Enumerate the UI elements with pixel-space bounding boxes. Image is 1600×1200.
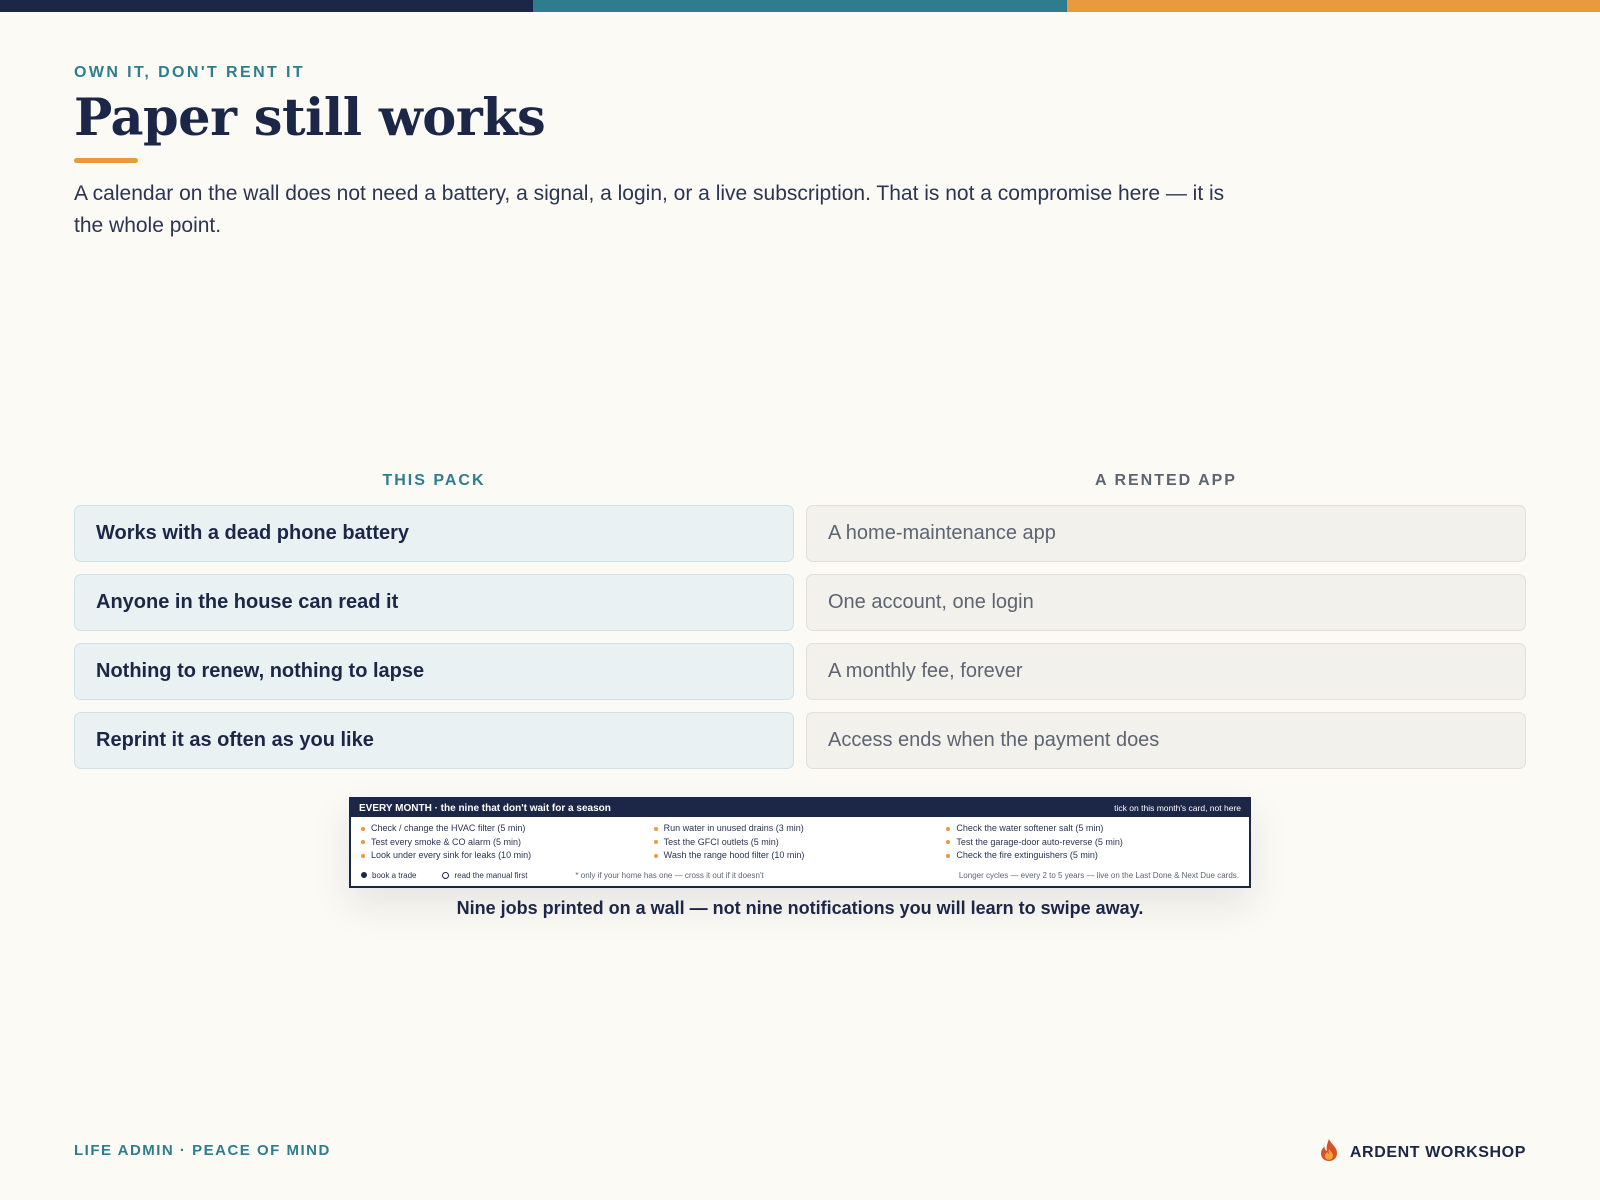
card-task: Check / change the HVAC filter (5 min) — [361, 822, 654, 836]
card-task-label: Check the water softener salt (5 min) — [956, 823, 1104, 833]
card-task: Check the fire extinguishers (5 min) — [946, 849, 1239, 863]
card-task-label: Test the GFCI outlets (5 min) — [663, 836, 779, 847]
card-header: EVERY MONTH · the nine that don't wait f… — [351, 799, 1249, 817]
title-underline — [74, 158, 138, 163]
card-task: Wash the range hood filter (10 min) — [653, 849, 947, 863]
card-footer: book a trade read the manual first * onl… — [351, 871, 1249, 880]
card-task-label: Look under every sink for leaks (10 min) — [371, 850, 532, 860]
app-row: Access ends when the payment does — [806, 712, 1526, 769]
flame-icon — [1318, 1138, 1340, 1167]
card-longer-cycles: Longer cycles — every 2 to 5 years — liv… — [958, 870, 1239, 880]
card-title: EVERY MONTH · the nine that don't wait f… — [359, 802, 611, 814]
pack-row: Nothing to renew, nothing to lapse — [74, 643, 794, 700]
card-task-label: Run water in unused drains (3 min) — [663, 823, 804, 833]
pack-row: Works with a dead phone battery — [74, 505, 794, 562]
card-column: Check / change the HVAC filter (5 min) T… — [361, 822, 654, 863]
brand-name: ARDENT WORKSHOP — [1349, 1143, 1526, 1161]
footer-tagline: LIFE ADMIN · PEACE OF MIND — [74, 1142, 331, 1159]
card-task-label: Check the fire extinguishers (5 min) — [956, 850, 1098, 860]
card-column: Run water in unused drains (3 min) Test … — [653, 822, 947, 863]
brand: ARDENT WORKSHOP — [1318, 1138, 1526, 1167]
app-row: One account, one login — [806, 574, 1526, 631]
monthly-card-preview: EVERY MONTH · the nine that don't wait f… — [349, 797, 1251, 888]
card-task: Check the water softener salt (5 min) — [946, 822, 1239, 836]
card-footnote: * only if your home has one — cross it o… — [575, 870, 764, 880]
bullet-icon — [653, 826, 658, 831]
pack-row: Reprint it as often as you like — [74, 712, 794, 769]
card-column: Check the water softener salt (5 min) Te… — [946, 822, 1239, 863]
card-task: Look under every sink for leaks (10 min) — [361, 849, 654, 863]
color-bar-teal — [533, 0, 1067, 12]
app-row: A home-maintenance app — [806, 505, 1526, 562]
lede-paragraph: A calendar on the wall does not need a b… — [74, 182, 1225, 237]
card-task-label: Wash the range hood filter (10 min) — [663, 850, 805, 860]
legend-book-trade: book a trade — [361, 871, 416, 880]
bullet-icon — [653, 853, 658, 858]
legend-manual-label: read the manual first — [454, 870, 528, 880]
app-row: A monthly fee, forever — [806, 643, 1526, 700]
this-pack-heading: THIS PACK — [382, 472, 486, 489]
bullet-icon — [361, 840, 365, 845]
legend-read-manual: read the manual first — [442, 871, 527, 880]
card-task-label: Test the garage-door auto-reverse (5 min… — [956, 836, 1123, 847]
bullet-icon — [653, 840, 658, 845]
card-task: Run water in unused drains (3 min) — [653, 822, 947, 836]
top-color-bar — [0, 0, 1600, 12]
filled-dot-icon — [361, 872, 367, 878]
bullet-icon — [361, 853, 365, 858]
eyebrow: OWN IT, DON'T RENT IT — [74, 64, 306, 81]
page-title: Paper still works — [74, 88, 546, 148]
bullet-icon — [946, 826, 951, 831]
open-circle-icon — [442, 871, 450, 879]
card-columns: Check / change the HVAC filter (5 min) T… — [351, 817, 1249, 863]
bullet-icon — [946, 840, 951, 845]
color-bar-orange — [1066, 0, 1600, 12]
card-caption: Nine jobs printed on a wall — not nine n… — [456, 898, 1144, 918]
color-bar-navy — [0, 0, 534, 12]
card-task: Test the GFCI outlets (5 min) — [653, 836, 947, 850]
bullet-icon — [361, 826, 365, 831]
rented-app-heading: A RENTED APP — [1095, 472, 1237, 489]
legend-book-label: book a trade — [372, 870, 417, 880]
card-task: Test every smoke & CO alarm (5 min) — [361, 836, 654, 850]
card-task-label: Test every smoke & CO alarm (5 min) — [371, 836, 522, 847]
bullet-icon — [946, 853, 951, 858]
card-task: Test the garage-door auto-reverse (5 min… — [946, 836, 1239, 850]
pack-row: Anyone in the house can read it — [74, 574, 794, 631]
card-note: tick on this month's card, not here — [1114, 803, 1241, 813]
card-task-label: Check / change the HVAC filter (5 min) — [371, 823, 526, 833]
